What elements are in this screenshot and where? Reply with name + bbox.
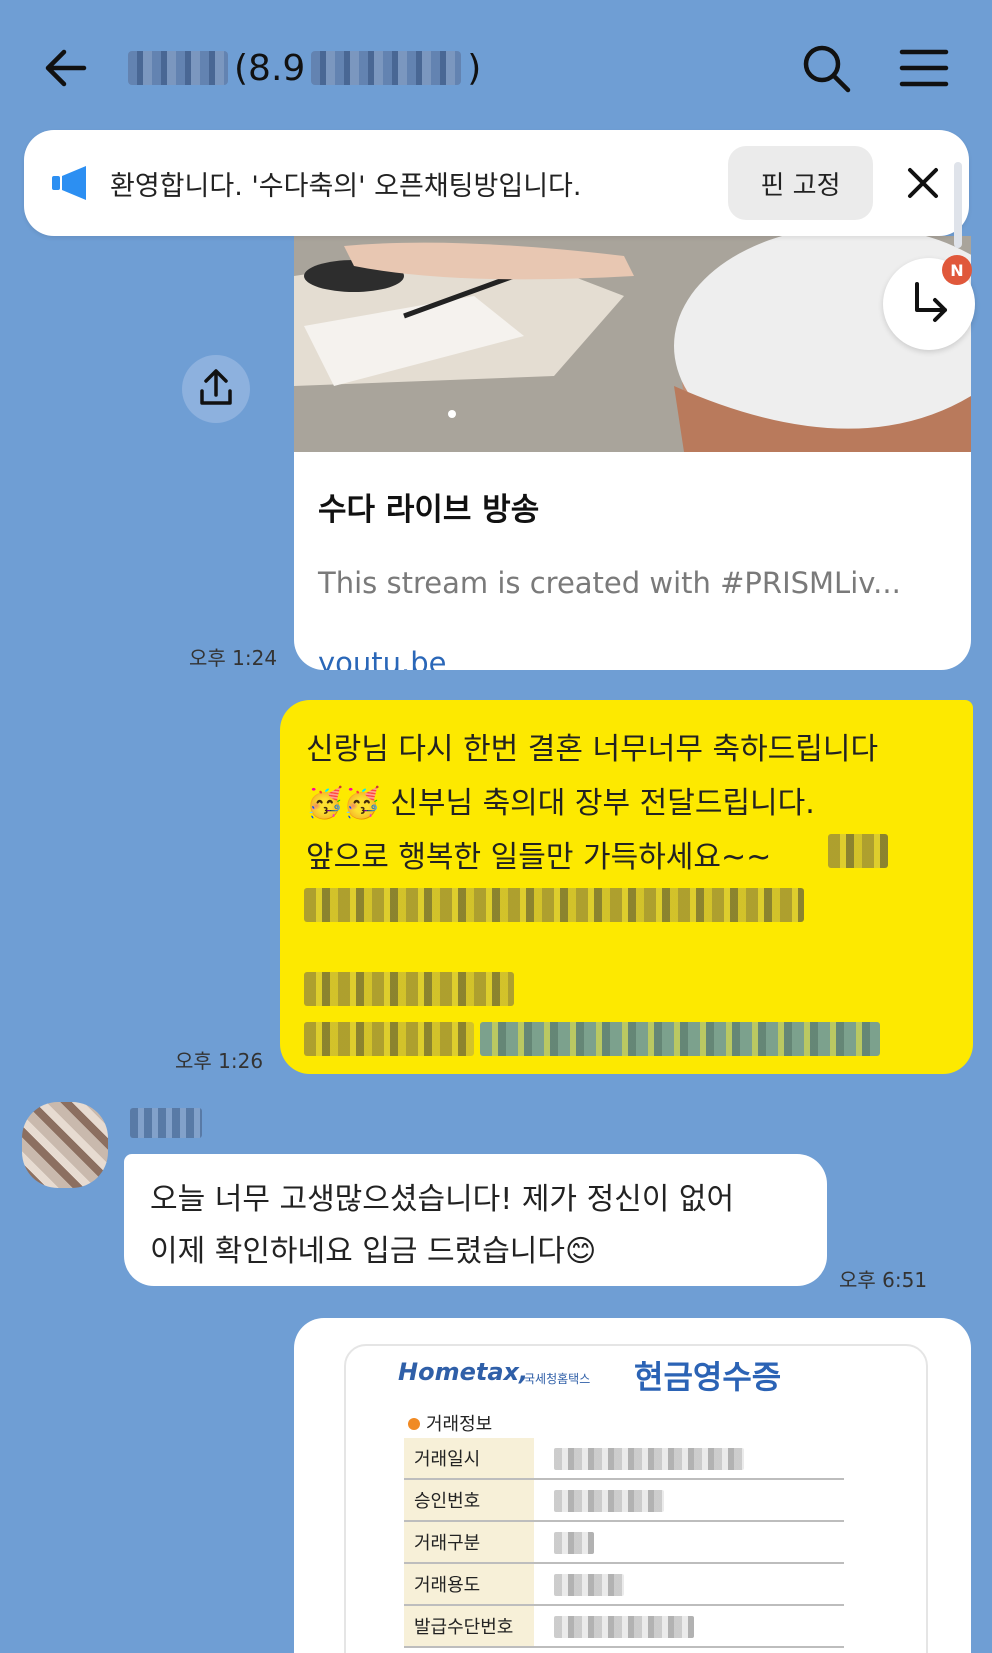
link-title: 수다 라이브 방송: [318, 492, 540, 528]
link-description: This stream is created with #PRISMLiv...: [318, 566, 901, 600]
share-button[interactable]: [182, 355, 250, 423]
receipt-section-label: 거래정보: [426, 1414, 493, 1435]
notice-text: 환영합니다. '수다축의' 오픈채팅방입니다.: [110, 170, 582, 202]
hamburger-menu-icon: [899, 49, 949, 87]
blurred-text: [304, 888, 804, 922]
chat-header: (8.9 ): [0, 0, 992, 130]
receipt-row-value-blurred: [554, 1616, 694, 1638]
close-icon: [908, 168, 938, 198]
receipt-row: 거래용도: [404, 1564, 844, 1606]
blurred-title-part: [128, 51, 228, 85]
message-line: 앞으로 행복한 일들만 가득하세요~~: [306, 840, 772, 875]
receipt-image-message[interactable]: Hometax, 국세청홈택스 현금영수증 거래정보 거래일시 승인번호 거래구…: [294, 1318, 971, 1653]
blurred-title-part: [311, 51, 462, 85]
blurred-text: [304, 1022, 474, 1056]
message-time: 오후 1:24: [189, 646, 278, 670]
message-line: 이제 확인하네요 입금 드렸습니다😊: [150, 1234, 597, 1269]
message-line: 🥳🥳 신부님 축의대 장부 전달드립니다.: [306, 786, 815, 821]
chat-title-text: (8.9: [234, 47, 306, 89]
arrow-left-icon: [45, 49, 87, 87]
blurred-text: [304, 972, 514, 1006]
video-thumbnail[interactable]: [294, 236, 971, 452]
blurred-text: [828, 834, 888, 868]
receipt-row-label: 발급수단번호: [404, 1606, 534, 1646]
receipt-row-value-blurred: [554, 1532, 594, 1554]
receipt-row-label: 승인번호: [404, 1480, 534, 1520]
back-button[interactable]: [38, 40, 94, 96]
message-line: 신랑님 다시 한번 결혼 너무너무 축하드립니다: [306, 732, 879, 767]
section-dot-icon: [408, 1418, 420, 1430]
search-button[interactable]: [796, 38, 856, 98]
receipt-row-label: 거래구분: [404, 1522, 534, 1562]
hometax-logo-sub: 국세청홈택스: [524, 1372, 591, 1386]
receipt-row-value-blurred: [554, 1448, 744, 1470]
receipt-title: 현금영수증: [634, 1358, 782, 1396]
title-paren: ): [467, 47, 482, 89]
new-badge: N: [942, 255, 972, 285]
pinned-notice-banner[interactable]: 환영합니다. '수다축의' 오픈채팅방입니다. 핀 고정: [24, 130, 969, 236]
other-message-bubble[interactable]: 오늘 너무 고생많으셨습니다! 제가 정신이 없어 이제 확인하네요 입금 드렸…: [124, 1154, 827, 1286]
link-preview-card[interactable]: 수다 라이브 방송 This stream is created with #P…: [294, 236, 971, 670]
megaphone-icon: [50, 164, 92, 202]
chat-title: (8.9 ): [128, 40, 481, 96]
pin-button[interactable]: 핀 고정: [728, 146, 873, 220]
receipt-row: 거래일시: [404, 1438, 844, 1480]
link-domain[interactable]: youtu.be: [318, 646, 447, 670]
sender-name-blurred: [130, 1108, 202, 1138]
receipt-row-label: 거래용도: [404, 1564, 534, 1604]
scrollbar-thumb[interactable]: [954, 162, 962, 248]
receipt-row-value-blurred: [554, 1574, 624, 1596]
menu-button[interactable]: [894, 38, 954, 98]
message-line: 오늘 너무 고생많으셨습니다! 제가 정신이 없어: [150, 1182, 735, 1217]
message-time: 오후 1:26: [175, 1049, 264, 1073]
hometax-logo: Hometax,: [398, 1358, 529, 1386]
share-icon: [200, 369, 232, 405]
my-message-bubble[interactable]: 신랑님 다시 한번 결혼 너무너무 축하드립니다 🥳🥳 신부님 축의대 장부 전…: [280, 700, 973, 1074]
receipt-row: 거래구분: [404, 1522, 844, 1564]
avatar[interactable]: [22, 1102, 108, 1188]
blurred-link: [480, 1022, 880, 1056]
thumbnail-image: [294, 236, 971, 452]
receipt-row: 발급수단번호: [404, 1606, 844, 1648]
search-icon: [803, 45, 851, 93]
notice-close-button[interactable]: [900, 160, 946, 206]
receipt-row: 승인번호: [404, 1480, 844, 1522]
receipt-row-label: 거래일시: [404, 1438, 534, 1478]
message-time: 오후 6:51: [839, 1268, 928, 1292]
receipt-row-value-blurred: [554, 1490, 664, 1512]
